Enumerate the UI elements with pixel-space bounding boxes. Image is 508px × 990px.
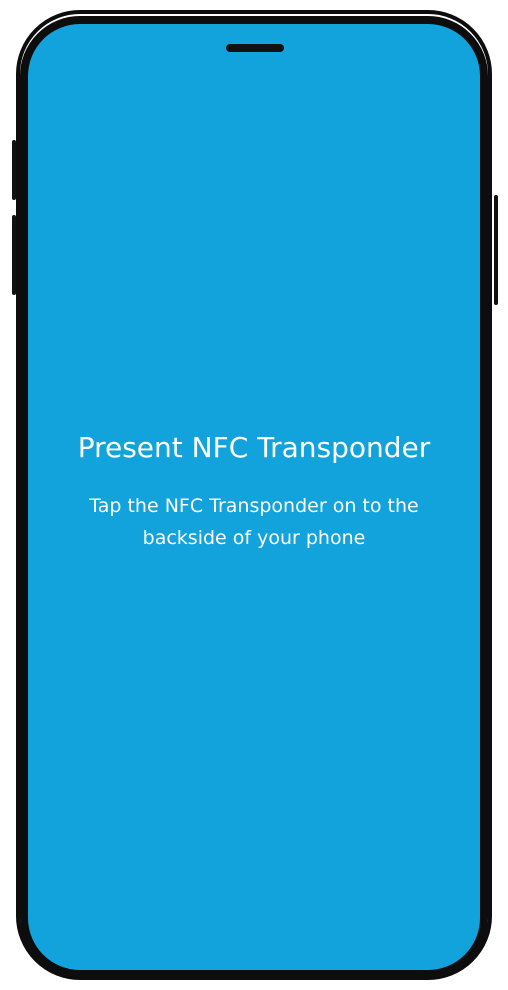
instruction-text: Tap the NFC Transponder on to the backsi… bbox=[89, 495, 419, 549]
device-stage: Present NFC Transponder Tap the NFC Tran… bbox=[0, 0, 508, 990]
page-title: Present NFC Transponder bbox=[77, 431, 431, 464]
app-screen: Present NFC Transponder Tap the NFC Tran… bbox=[28, 24, 480, 970]
speaker-grille-icon bbox=[226, 44, 284, 52]
power-button bbox=[494, 195, 498, 305]
nfc-prompt: Present NFC Transponder Tap the NFC Tran… bbox=[28, 428, 480, 554]
